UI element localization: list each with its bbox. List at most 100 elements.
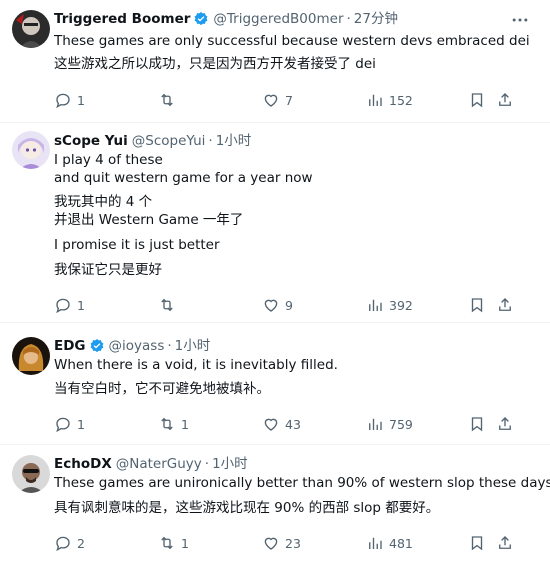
retweet-count: 1 — [181, 535, 189, 551]
share-icon — [499, 536, 511, 549]
avatar[interactable] — [12, 10, 50, 48]
avatar[interactable] — [12, 131, 50, 169]
reply-button[interactable]: 1 — [54, 415, 85, 433]
separator: · — [346, 11, 351, 27]
reply-icon — [56, 298, 70, 314]
views-icon — [369, 94, 382, 106]
like-button[interactable]: 23 — [262, 534, 301, 552]
like-count: 9 — [285, 297, 293, 313]
display-name[interactable]: EchoDX — [54, 455, 112, 473]
like-icon — [264, 537, 278, 550]
like-button[interactable]: 43 — [262, 415, 301, 433]
display-name[interactable]: Triggered Boomer — [54, 10, 190, 28]
tweet-header: EchoDX @NaterGuyy · 1小时 — [54, 455, 248, 473]
display-name[interactable]: EDG — [54, 337, 86, 355]
share-icon — [499, 298, 511, 311]
retweet-button[interactable] — [158, 91, 181, 109]
reply-button[interactable]: 2 — [54, 534, 85, 552]
reply-count: 1 — [77, 416, 85, 432]
tweet-text: These games are unironically better than… — [54, 475, 550, 491]
like-icon — [264, 94, 278, 107]
handle[interactable]: @ScopeYui — [132, 132, 206, 150]
retweet-count: 1 — [181, 416, 189, 432]
view-count: 392 — [389, 297, 413, 313]
views-button[interactable]: 481 — [366, 534, 413, 552]
views-button[interactable]: 392 — [366, 296, 413, 314]
action-bar: 1 7 152 — [54, 91, 530, 111]
share-button[interactable] — [496, 534, 514, 552]
views-button[interactable]: 759 — [366, 415, 413, 433]
share-icon — [499, 417, 511, 430]
verified-badge-icon — [195, 12, 208, 26]
tweet-text: 并退出 Western Game 一年了 — [54, 212, 244, 228]
more-icon[interactable] — [510, 10, 530, 30]
tweet-header: EDG @ioyass · 1小时 — [54, 337, 210, 355]
handle[interactable]: @ioyass — [109, 337, 165, 355]
tweet-4[interactable]: EchoDX @NaterGuyy · 1小时 These games are … — [0, 445, 550, 562]
like-button[interactable]: 7 — [262, 91, 293, 109]
retweet-icon — [161, 536, 173, 550]
tweet-1[interactable]: Triggered Boomer @TriggeredB00mer · 27分钟… — [0, 0, 550, 123]
share-icon — [499, 93, 511, 106]
views-button[interactable]: 152 — [366, 91, 413, 109]
like-count: 7 — [285, 92, 293, 108]
bookmark-button[interactable] — [468, 534, 486, 552]
like-button[interactable]: 9 — [262, 296, 293, 314]
verified-badge-icon — [90, 339, 103, 353]
action-bar: 1 9 392 — [54, 296, 530, 316]
reply-icon — [56, 93, 70, 109]
reply-icon — [56, 536, 70, 552]
avatar[interactable] — [12, 337, 50, 375]
like-count: 23 — [285, 535, 301, 551]
share-button[interactable] — [496, 296, 514, 314]
tweet-text: 具有讽刺意味的是，这些游戏比现在 90% 的西部 slop 都要好。 — [54, 500, 440, 516]
like-icon — [264, 418, 278, 431]
reply-button[interactable]: 1 — [54, 296, 85, 314]
action-bar: 2 1 23 481 — [54, 534, 530, 554]
view-count: 759 — [389, 416, 413, 432]
timestamp[interactable]: 1小时 — [175, 337, 211, 355]
retweet-button[interactable]: 1 — [158, 534, 189, 552]
retweet-button[interactable]: 1 — [158, 415, 189, 433]
tweet-text: 当有空白时，它不可避免地被填补。 — [54, 381, 270, 397]
retweet-button[interactable] — [158, 296, 181, 314]
timestamp[interactable]: 1小时 — [216, 132, 252, 150]
retweet-icon — [161, 298, 173, 312]
views-icon — [369, 537, 382, 549]
separator: · — [204, 456, 210, 472]
tweet-3[interactable]: EDG @ioyass · 1小时 When there is a void, … — [0, 323, 550, 445]
handle[interactable]: @TriggeredB00mer — [213, 10, 343, 28]
tweet-header: Triggered Boomer @TriggeredB00mer · 27分钟 — [54, 10, 398, 28]
views-icon — [369, 418, 382, 430]
tweet-text: and quit western game for a year now — [54, 170, 313, 186]
share-button[interactable] — [496, 91, 514, 109]
timestamp[interactable]: 27分钟 — [354, 10, 398, 28]
bookmark-button[interactable] — [468, 91, 486, 109]
reply-count: 2 — [77, 535, 85, 551]
view-count: 481 — [389, 535, 413, 551]
tweet-text: 我保证它只是更好 — [54, 262, 162, 278]
retweet-icon — [161, 417, 173, 431]
tweet-header: sCope Yui @ScopeYui · 1小时 — [54, 132, 251, 150]
avatar[interactable] — [12, 455, 50, 493]
bookmark-icon — [471, 417, 483, 432]
bookmark-icon — [471, 536, 483, 551]
timestamp[interactable]: 1小时 — [212, 455, 248, 473]
tweet-text: I promise it is just better — [54, 237, 220, 253]
handle[interactable]: @NaterGuyy — [116, 455, 202, 473]
action-bar: 1 1 43 759 — [54, 415, 530, 435]
like-count: 43 — [285, 416, 301, 432]
bookmark-icon — [471, 93, 483, 108]
tweet-2[interactable]: sCope Yui @ScopeYui · 1小时 I play 4 of th… — [0, 123, 550, 323]
retweet-icon — [161, 93, 173, 107]
reply-button[interactable]: 1 — [54, 91, 85, 109]
tweet-text: When there is a void, it is inevitably f… — [54, 357, 338, 373]
bookmark-button[interactable] — [468, 415, 486, 433]
bookmark-button[interactable] — [468, 296, 486, 314]
separator: · — [167, 338, 172, 354]
bookmark-icon — [471, 298, 483, 313]
reply-count: 1 — [77, 297, 85, 313]
views-icon — [369, 299, 382, 311]
share-button[interactable] — [496, 415, 514, 433]
display-name[interactable]: sCope Yui — [54, 132, 128, 150]
